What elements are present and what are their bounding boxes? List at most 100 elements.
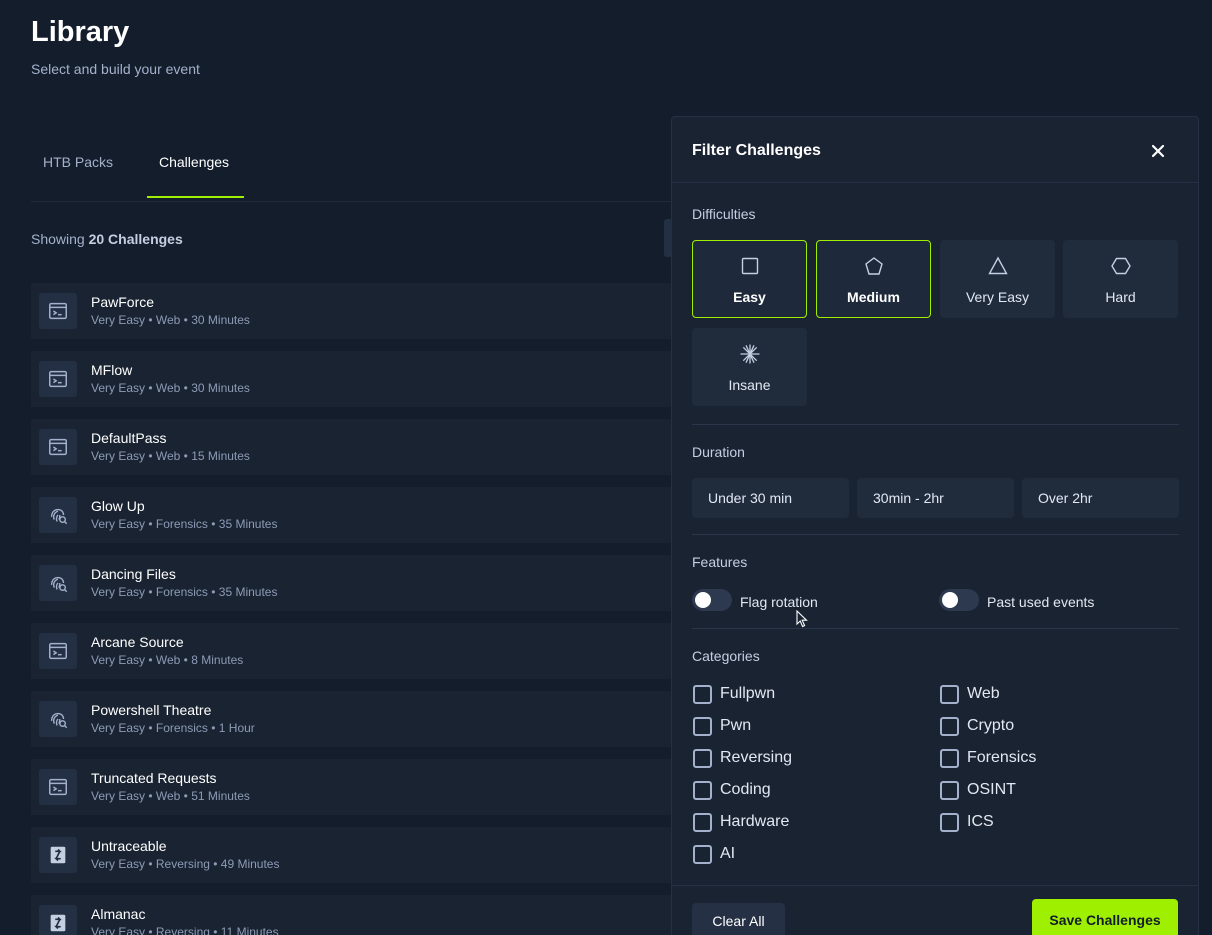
duration-label: Duration xyxy=(692,444,745,460)
flag-rotation-label: Flag rotation xyxy=(740,594,818,610)
challenge-name: Untraceable xyxy=(91,838,167,854)
category-ics-checkbox[interactable] xyxy=(940,813,959,832)
category-label: Hardware xyxy=(720,813,790,830)
past-used-events-label: Past used events xyxy=(987,594,1095,610)
save-challenges-button[interactable]: Save Challenges xyxy=(1032,899,1178,935)
filter-panel: Filter Challenges Difficulties Easy Medi… xyxy=(671,116,1199,935)
challenge-name: Truncated Requests xyxy=(91,770,217,786)
category-pwn-checkbox[interactable] xyxy=(693,717,712,736)
challenge-row[interactable]: PawForce Very Easy • Web • 30 Minutes xyxy=(31,283,672,339)
challenge-name: Powershell Theatre xyxy=(91,702,212,718)
difficulty-hard[interactable]: Hard xyxy=(1063,240,1178,318)
challenge-name: DefaultPass xyxy=(91,430,167,446)
category-label: Fullpwn xyxy=(720,685,776,702)
challenge-row[interactable]: MFlow Very Easy • Web • 30 Minutes xyxy=(31,351,672,407)
terminal-window-icon xyxy=(39,293,77,329)
filter-panel-header: Filter Challenges xyxy=(672,117,1198,183)
challenge-meta: Very Easy • Web • 30 Minutes xyxy=(91,381,250,395)
results-count-prefix: Showing xyxy=(31,231,85,247)
results-count: Showing 20 Challenges xyxy=(31,231,183,247)
category-label: Reversing xyxy=(720,749,793,766)
challenge-meta: Very Easy • Web • 51 Minutes xyxy=(91,789,250,803)
difficulty-very-easy[interactable]: Very Easy xyxy=(940,240,1055,318)
category-label: Pwn xyxy=(720,717,752,734)
challenge-meta: Very Easy • Reversing • 11 Minutes xyxy=(91,925,279,935)
mouse-pointer-icon xyxy=(796,610,808,628)
challenge-name: Glow Up xyxy=(91,498,145,514)
terminal-window-icon xyxy=(39,361,77,397)
category-label: ICS xyxy=(967,813,994,830)
fingerprint-search-icon xyxy=(39,497,77,533)
category-label: Web xyxy=(967,685,1000,702)
category-hardware-checkbox[interactable] xyxy=(693,813,712,832)
terminal-window-icon xyxy=(39,769,77,805)
library-page: Library Select and build your event HTB … xyxy=(0,0,1212,935)
toggle-knob xyxy=(942,592,958,608)
features-label: Features xyxy=(692,554,748,570)
category-label: OSINT xyxy=(967,781,1016,798)
flag-rotation-toggle[interactable] xyxy=(692,589,732,611)
difficulty-easy[interactable]: Easy xyxy=(692,240,807,318)
duration-30-120-button[interactable]: 30min - 2hr xyxy=(857,478,1014,518)
hexagon-icon xyxy=(1111,257,1131,275)
challenge-row[interactable]: Dancing Files Very Easy • Forensics • 35… xyxy=(31,555,672,611)
difficulty-medium[interactable]: Medium xyxy=(816,240,931,318)
category-coding-checkbox[interactable] xyxy=(693,781,712,800)
active-tab-indicator xyxy=(147,196,244,198)
category-ai-checkbox[interactable] xyxy=(693,845,712,864)
difficulty-label: Very Easy xyxy=(965,289,1030,305)
filter-panel-footer-divider xyxy=(672,885,1198,886)
category-web-checkbox[interactable] xyxy=(940,685,959,704)
category-forensics-checkbox[interactable] xyxy=(940,749,959,768)
section-divider xyxy=(692,534,1179,535)
clear-all-button[interactable]: Clear All xyxy=(692,903,785,935)
challenge-row[interactable]: Truncated Requests Very Easy • Web • 51 … xyxy=(31,759,672,815)
difficulty-label: Hard xyxy=(1105,289,1136,305)
challenge-name: Almanac xyxy=(91,906,146,922)
duration-over-2hr-button[interactable]: Over 2hr xyxy=(1022,478,1179,518)
challenge-row[interactable]: Arcane Source Very Easy • Web • 8 Minute… xyxy=(31,623,672,679)
challenge-row[interactable]: Untraceable Very Easy • Reversing • 49 M… xyxy=(31,827,672,883)
toggle-knob xyxy=(695,592,711,608)
page-title: Library xyxy=(31,16,130,48)
pentagon-icon xyxy=(865,257,883,275)
star-burst-icon xyxy=(740,344,760,364)
challenge-meta: Very Easy • Forensics • 35 Minutes xyxy=(91,585,278,599)
fingerprint-search-icon xyxy=(39,565,77,601)
challenge-meta: Very Easy • Forensics • 35 Minutes xyxy=(91,517,278,531)
triangle-icon xyxy=(988,256,1008,275)
tab-htb-packs[interactable]: HTB Packs xyxy=(43,118,113,199)
challenge-row[interactable]: Almanac Very Easy • Reversing • 11 Minut… xyxy=(31,895,672,935)
challenge-name: PawForce xyxy=(91,294,155,310)
challenge-row[interactable]: Powershell Theatre Very Easy • Forensics… xyxy=(31,691,672,747)
section-divider xyxy=(692,424,1179,425)
challenge-row[interactable]: Glow Up Very Easy • Forensics • 35 Minut… xyxy=(31,487,672,543)
results-count-value: 20 Challenges xyxy=(88,231,183,247)
challenge-meta: Very Easy • Reversing • 49 Minutes xyxy=(91,857,280,871)
difficulty-label: Easy xyxy=(733,289,766,305)
challenge-meta: Very Easy • Web • 30 Minutes xyxy=(91,313,250,327)
past-used-events-toggle[interactable] xyxy=(939,589,979,611)
challenge-meta: Very Easy • Web • 15 Minutes xyxy=(91,449,250,463)
filter-panel-title: Filter Challenges xyxy=(692,142,821,159)
terminal-window-icon xyxy=(39,633,77,669)
close-icon[interactable] xyxy=(1146,139,1170,163)
challenge-name: Dancing Files xyxy=(91,566,176,582)
category-label: Forensics xyxy=(967,749,1037,766)
reversing-arrows-icon xyxy=(39,905,77,935)
challenge-name: MFlow xyxy=(91,362,133,378)
square-icon xyxy=(741,257,759,275)
duration-under-30-button[interactable]: Under 30 min xyxy=(692,478,849,518)
category-reversing-checkbox[interactable] xyxy=(693,749,712,768)
categories-label: Categories xyxy=(692,648,760,664)
difficulties-label: Difficulties xyxy=(692,206,756,222)
difficulty-insane[interactable]: Insane xyxy=(692,328,807,406)
category-fullpwn-checkbox[interactable] xyxy=(693,685,712,704)
category-label: AI xyxy=(720,845,736,862)
reversing-arrows-icon xyxy=(39,837,77,873)
tab-challenges[interactable]: Challenges xyxy=(159,118,229,199)
category-crypto-checkbox[interactable] xyxy=(940,717,959,736)
challenge-meta: Very Easy • Web • 8 Minutes xyxy=(91,653,244,667)
category-osint-checkbox[interactable] xyxy=(940,781,959,800)
challenge-row[interactable]: DefaultPass Very Easy • Web • 15 Minutes xyxy=(31,419,672,475)
